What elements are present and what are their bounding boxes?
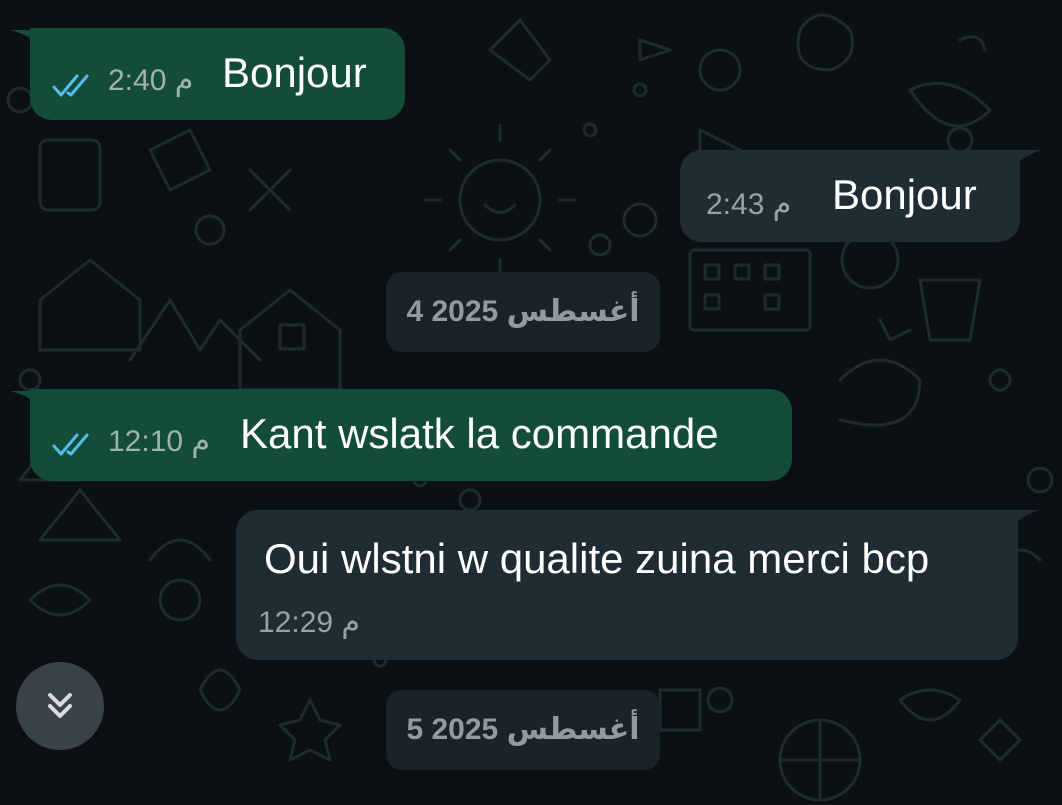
chevron-double-down-icon xyxy=(48,693,72,718)
double-check-icon xyxy=(52,74,89,97)
date-separator: 5 أغسطس 2025 xyxy=(386,690,660,770)
scroll-to-bottom-button[interactable] xyxy=(16,662,104,750)
message-bubble-received[interactable]: 2:43 م Bonjour xyxy=(680,150,1020,242)
message-text: Bonjour xyxy=(222,49,367,96)
bubble-tail xyxy=(1002,510,1040,538)
message-time: 2:40 م xyxy=(108,64,194,97)
message-time: 2:43 م xyxy=(706,188,792,221)
message-text: Kant wslatk la commande xyxy=(240,410,719,457)
message-bubble-received[interactable]: Oui wlstni w qualite zuina merci bcp 12:… xyxy=(236,510,1018,660)
double-check-icon xyxy=(52,433,89,456)
message-bubble-sent[interactable]: 2:40 م Bonjour xyxy=(30,28,405,120)
message-time: 12:29 م xyxy=(258,606,360,639)
message-time: 12:10 م xyxy=(108,425,210,458)
message-text: Bonjour xyxy=(832,171,977,218)
message-text: Oui wlstni w qualite zuina merci bcp xyxy=(264,535,930,582)
message-bubble-sent[interactable]: 12:10 م Kant wslatk la commande xyxy=(30,389,792,481)
bubble-tail xyxy=(1004,150,1042,178)
date-separator: 4 أغسطس 2025 xyxy=(386,272,660,352)
